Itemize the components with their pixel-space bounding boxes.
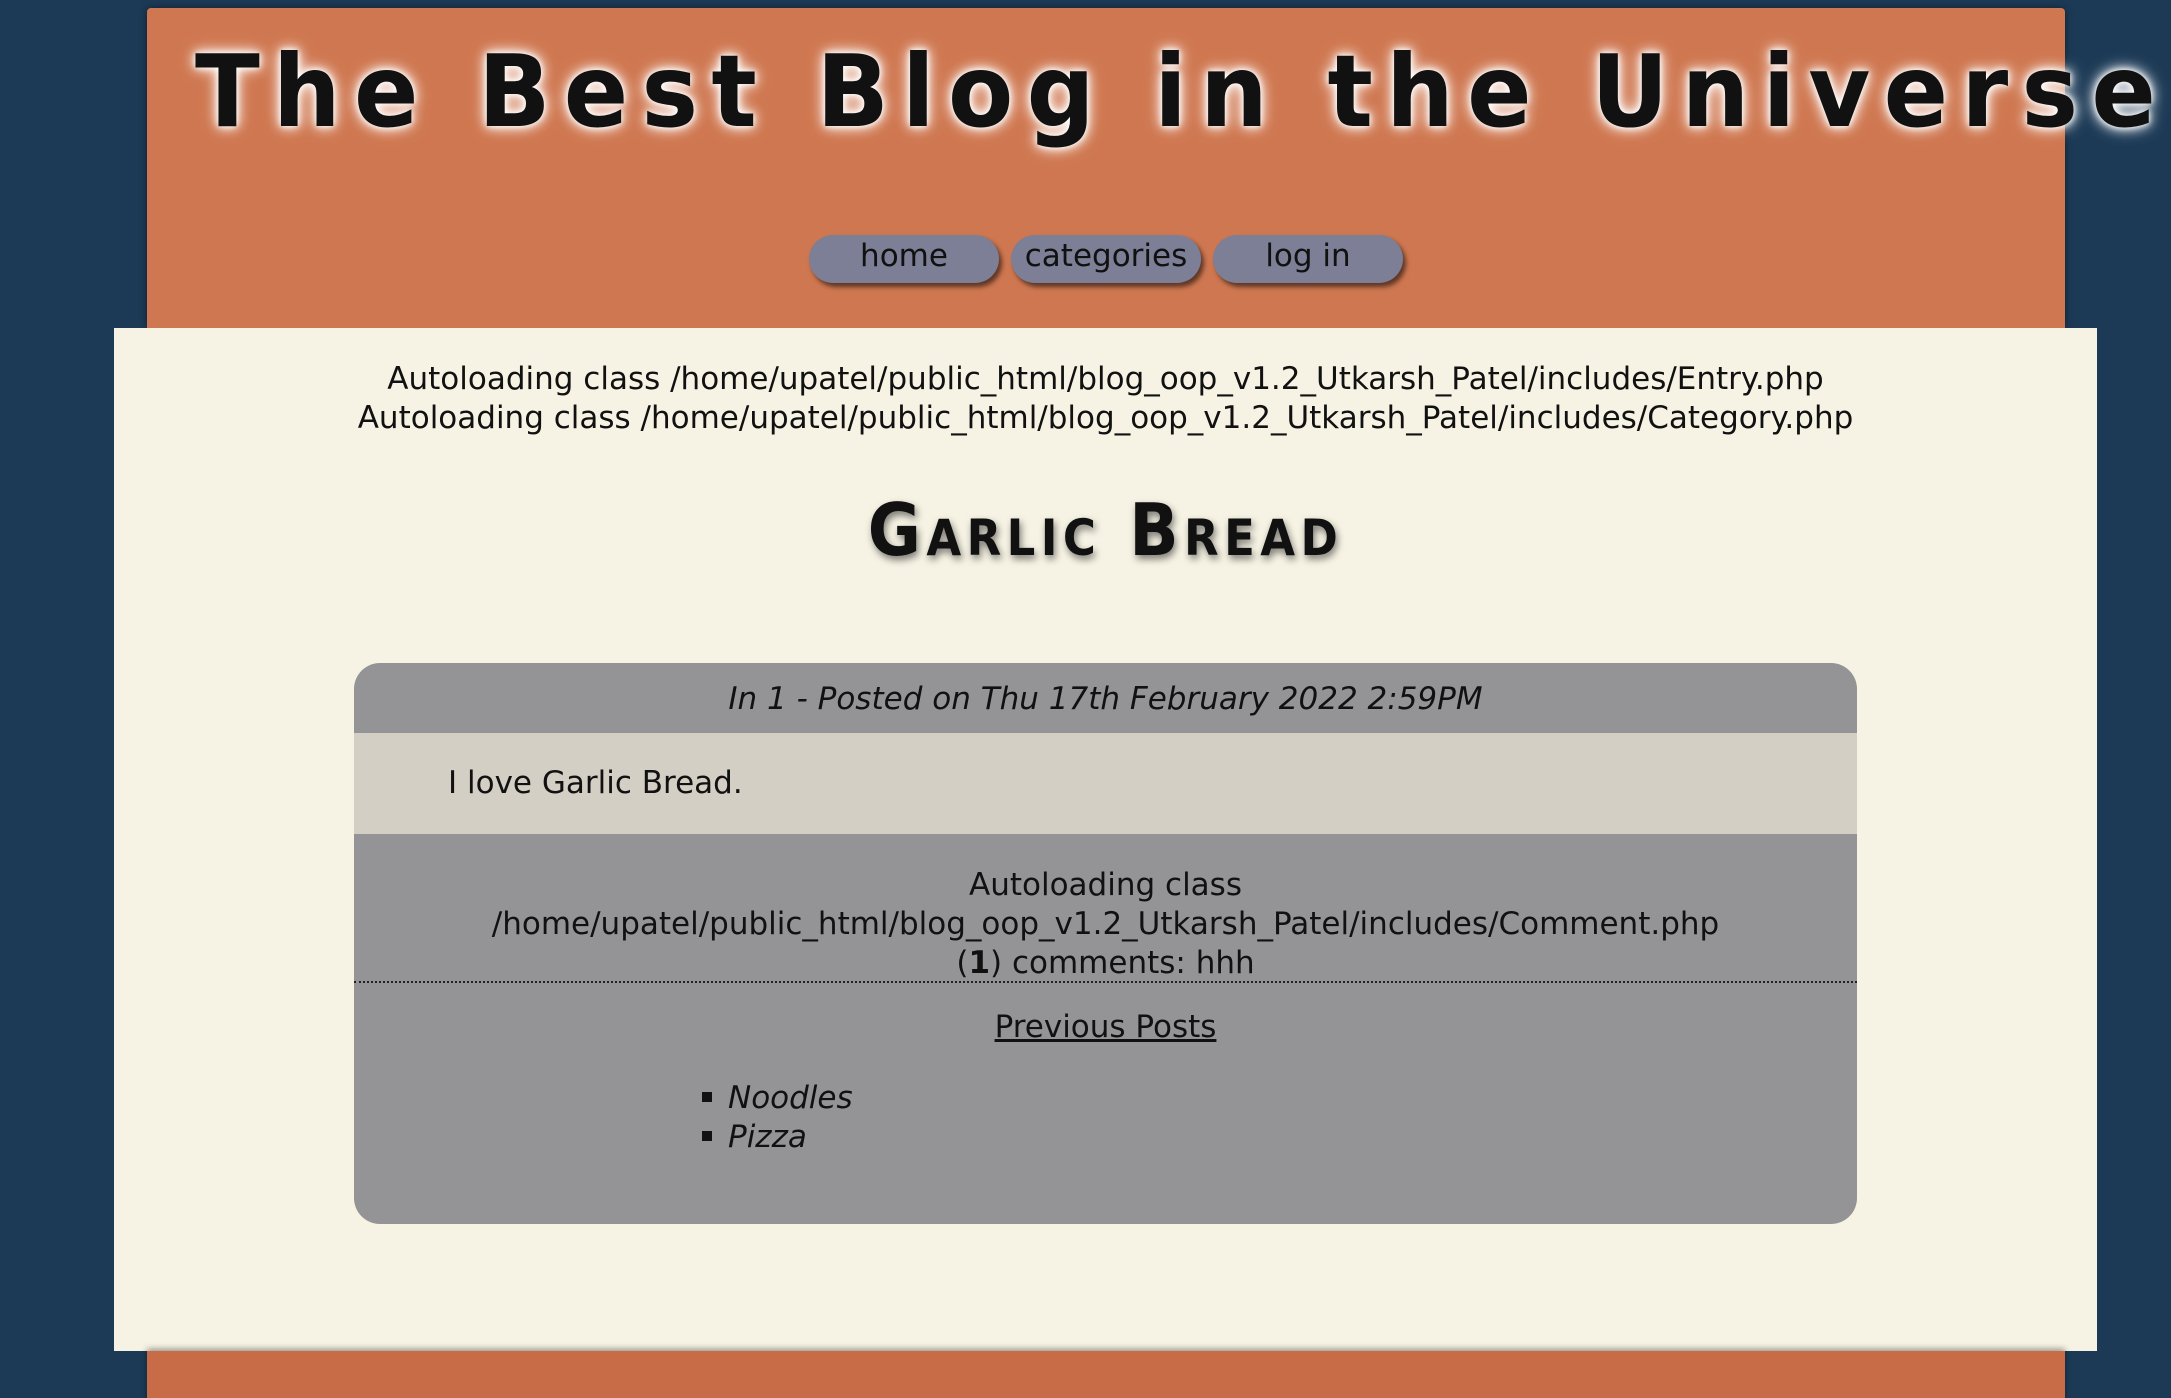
entry-card: In 1 - Posted on Thu 17th February 2022 … xyxy=(354,663,1857,1224)
main-content: Autoloading class /home/upatel/public_ht… xyxy=(114,328,2097,1351)
autoload-comment-message: Autoloading class /home/upatel/public_ht… xyxy=(491,867,1720,942)
entry-text: I love Garlic Bread. xyxy=(448,765,743,801)
site-header: The Best Blog in the Universe home categ… xyxy=(147,8,2170,328)
previous-posts-list: Noodles Pizza xyxy=(702,1079,853,1157)
previous-posts-link[interactable]: Previous Posts xyxy=(995,1009,1217,1045)
nav-home-button[interactable]: home xyxy=(809,235,999,283)
comment-count-close: ) xyxy=(990,945,1003,981)
browser-viewport: The Best Blog in the Universe home categ… xyxy=(0,0,2171,1398)
nav-login-button[interactable]: log in xyxy=(1213,235,1403,283)
main-nav: home categories log in xyxy=(147,235,2065,283)
site-title: The Best Blog in the Universe xyxy=(194,33,2170,150)
autoload-entry-message: Autoloading class /home/upatel/public_ht… xyxy=(387,361,1824,397)
nav-categories-button[interactable]: categories xyxy=(1011,235,1201,283)
square-bullet-icon xyxy=(702,1130,712,1141)
entry-title: Garlic Bread xyxy=(867,488,1344,572)
site-footer xyxy=(147,1351,2065,1398)
comments-section: Autoloading class /home/upatel/public_ht… xyxy=(354,834,1857,983)
autoload-category-message: Autoloading class /home/upatel/public_ht… xyxy=(357,400,1854,436)
previous-post-title[interactable]: Noodles xyxy=(728,1080,853,1116)
comment-count-open: ( xyxy=(956,945,969,981)
square-bullet-icon xyxy=(702,1091,712,1102)
comments-summary: (1) comments: hhh xyxy=(354,944,1857,983)
previous-post-item[interactable]: Pizza xyxy=(702,1118,853,1157)
previous-posts-heading: Previous Posts xyxy=(354,1007,1857,1047)
previous-post-item[interactable]: Noodles xyxy=(702,1079,853,1118)
previous-post-title[interactable]: Pizza xyxy=(728,1119,807,1155)
autoload-debug-output: Autoloading class /home/upatel/public_ht… xyxy=(114,360,2097,438)
comment-count: 1 xyxy=(968,945,991,981)
entry-meta: In 1 - Posted on Thu 17th February 2022 … xyxy=(728,681,1483,717)
entry-body: I love Garlic Bread. xyxy=(354,733,1857,834)
comments-label: comments: hhh xyxy=(1002,945,1255,981)
